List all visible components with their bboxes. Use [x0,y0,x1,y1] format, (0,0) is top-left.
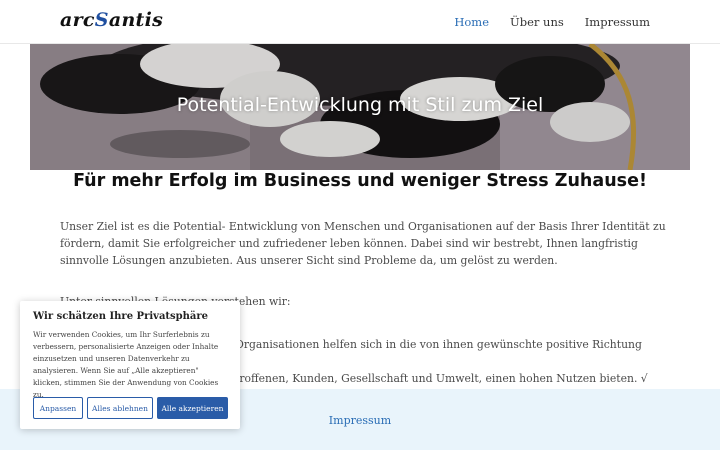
main-nav: Home Über uns Impressum [454,15,650,29]
accept-all-button[interactable]: Alle akzeptieren [157,397,228,419]
cookie-text: Wir verwenden Cookies, um Ihr Surferlebn… [33,330,219,399]
logo-s: S [94,9,109,31]
site-header: arcSantis Home Über uns Impressum [0,0,720,44]
customize-button[interactable]: Anpassen [33,397,83,419]
hero-title: Potential-Entwicklung mit Stil zum Ziel [176,94,544,116]
reject-all-button[interactable]: Alles ablehnen [87,397,153,419]
nav-impressum[interactable]: Impressum [585,15,650,29]
nav-about[interactable]: Über uns [510,15,564,29]
logo-prefix: arc [60,9,95,31]
cookie-consent-dialog: Wir schätzen Ihre Privatsphäre Wir verwe… [20,301,240,429]
cookie-buttons: Anpassen Alles ablehnen Alle akzeptieren [33,397,228,419]
intro-paragraph: Unser Ziel ist es die Potential- Entwick… [60,220,666,267]
site-logo[interactable]: arcSantis [60,9,163,31]
cookie-title: Wir schätzen Ihre Privatsphäre [33,311,209,322]
nav-home[interactable]: Home [454,15,489,29]
hero-banner: Potential-Entwicklung mit Stil zum Ziel [30,44,690,170]
page-subtitle: Für mehr Erfolg im Business und weniger … [73,171,647,191]
logo-suffix: antis [108,9,164,31]
